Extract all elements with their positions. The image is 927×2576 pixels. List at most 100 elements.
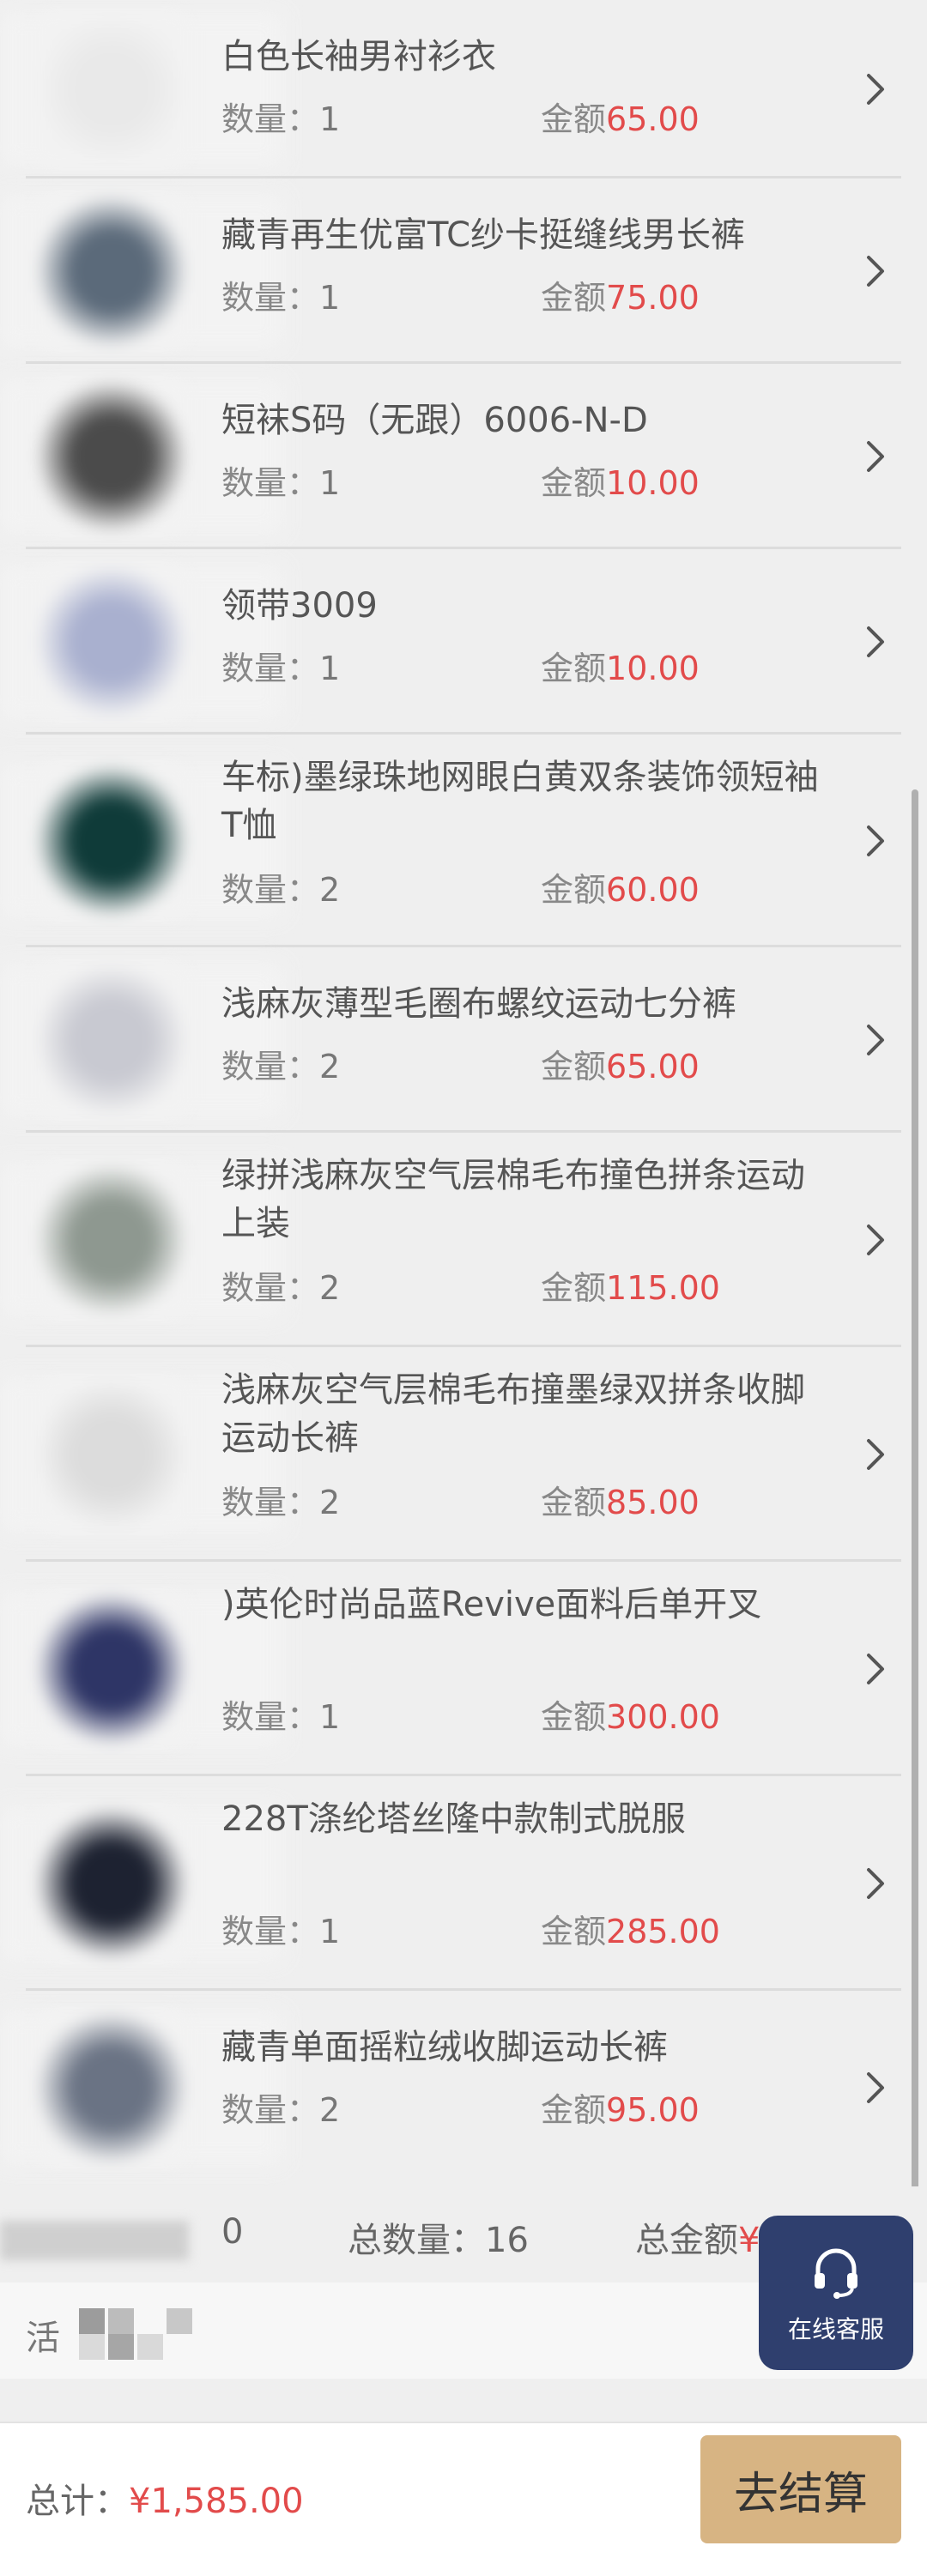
cart-item[interactable]: 绿拼浅麻灰空气层棉毛布撞色拼条运动上装 数量：2 金额115.00 [0,1133,927,1347]
product-image [34,379,189,534]
product-thumbnail[interactable] [34,1163,223,1317]
product-quantity: 数量：2 [221,1261,340,1309]
chevron-right-icon[interactable] [858,439,893,474]
summary-total-amount-value: ¥ [738,2221,760,2260]
amount-value: 95.00 [606,2091,700,2129]
product-thumbnail[interactable] [34,379,223,534]
product-quantity: 数量：1 [221,457,340,504]
amount-value: 300.00 [606,1698,720,1736]
product-thumbnail[interactable] [34,963,223,1117]
customer-service-label: 在线客服 [787,2315,884,2343]
chevron-right-icon[interactable] [858,625,893,659]
promotion-label: 活 [26,2319,60,2358]
total: 总计：¥1,585.00 [26,2473,304,2523]
quantity-value: 1 [319,1698,341,1736]
amount-label: 金额 [541,2091,607,2129]
product-amount: 金额95.00 [541,2083,700,2131]
cart-item[interactable]: 白色长袖男衬衫衣 数量：1 金额65.00 [0,0,927,178]
checkout-label: 去结算 [733,2468,868,2520]
chevron-right-icon[interactable] [858,1866,893,1901]
chevron-right-icon[interactable] [858,254,893,288]
cart-item[interactable]: 浅麻灰空气层棉毛布撞墨绿双拼条收脚运动长裤数量：2 金额85.00 [0,1347,927,1562]
quantity-value: 2 [319,2091,341,2129]
amount-value: 65.00 [606,1048,700,1085]
quantity-value: 2 [319,871,341,909]
chevron-right-icon[interactable] [858,72,893,106]
product-thumbnail[interactable] [34,565,223,719]
quantity-value: 2 [319,1048,341,1085]
product-amount: 金额75.00 [541,271,700,318]
chevron-right-icon[interactable] [858,1437,893,1472]
quantity-value: 1 [319,464,341,502]
amount-label: 金额 [541,1484,607,1521]
quantity-label: 数量： [221,1913,320,1950]
product-amount: 金额65.00 [541,1040,700,1087]
product-amount: 金额65.00 [541,93,700,140]
checkout-button[interactable]: 去结算 [700,2435,901,2543]
amount-value: 115.00 [606,1269,720,1307]
product-thumbnail[interactable] [34,764,223,918]
amount-label: 金额 [541,650,607,687]
chevron-right-icon[interactable] [858,1223,893,1257]
product-quantity: 数量：1 [221,1905,340,1952]
amount-label: 金额 [541,464,607,502]
product-thumbnail[interactable] [34,194,223,348]
quantity-label: 数量： [221,1484,320,1521]
summary-total-amount: 总金额¥ [635,2212,760,2262]
quantity-label: 数量： [221,650,320,687]
quantity-label: 数量： [221,100,320,138]
cart-item[interactable]: 领带3009 数量：1 金额10.00 [0,549,927,735]
customer-service-button[interactable]: 在线客服 [759,2216,913,2370]
product-title: 车标)墨绿珠地网眼白黄双条装饰领短袖T恤 [221,758,819,845]
quantity-label: 数量： [221,871,320,909]
product-title: 浅麻灰空气层棉毛布撞墨绿双拼条收脚运动长裤 [221,1370,805,1458]
amount-value: 75.00 [606,279,700,317]
amount-value: 10.00 [606,650,700,687]
cart-item[interactable]: )英伦时尚品蓝Revive面料后单开叉 数量：1 金额300.00 [0,1562,927,1776]
quantity-value: 2 [319,1269,341,1307]
product-image [34,1592,189,1746]
bottom-bar: 总计：¥1,585.00 去结算 [0,2422,927,2576]
quantity-label: 数量： [221,1269,320,1307]
product-amount: 金额10.00 [541,642,700,689]
total-value: ¥1,585.00 [129,2482,304,2521]
quantity-label: 数量： [221,464,320,502]
product-amount: 金额60.00 [541,863,700,910]
product-title: 白色长袖男衬衫衣 [221,37,496,76]
scrollbar[interactable] [912,789,918,2205]
product-amount: 金额10.00 [541,457,700,504]
product-image [34,1806,189,1961]
cart-item[interactable]: 藏青再生优富TC纱卡挺缝线男长裤 数量：1 金额75.00 [0,178,927,364]
product-quantity: 数量：2 [221,1476,340,1523]
product-quantity: 数量：2 [221,2083,340,2131]
cart-item[interactable]: 短袜S码（无跟）6006-N-D 数量：1 金额10.00 [0,364,927,549]
quantity-value: 1 [319,100,341,138]
product-quantity: 数量：2 [221,1040,340,1087]
blurred-summary-label [0,2221,189,2260]
product-quantity: 数量：2 [221,863,340,910]
cart-item[interactable]: 车标)墨绿珠地网眼白黄双条装饰领短袖T恤数量：2 金额60.00 [0,735,927,947]
quantity-value: 1 [319,1913,341,1950]
product-amount: 金额115.00 [541,1261,720,1309]
amount-label: 金额 [541,871,607,909]
product-thumbnail[interactable] [34,2010,223,2165]
chevron-right-icon[interactable] [858,1652,893,1686]
chevron-right-icon[interactable] [858,1023,893,1057]
quantity-label: 数量： [221,1698,320,1736]
product-thumbnail[interactable] [34,12,223,166]
amount-value: 85.00 [606,1484,700,1521]
cart-item[interactable]: 藏青单面摇粒绒收脚运动长裤 数量：2 金额95.00 [0,1991,927,2184]
chevron-right-icon[interactable] [858,824,893,858]
summary-total-qty: 总数量：16 [348,2221,529,2260]
quantity-label: 数量： [221,279,320,317]
cart-item[interactable]: 浅麻灰薄型毛圈布螺纹运动七分裤 数量：2 金额65.00 [0,947,927,1133]
product-thumbnail[interactable] [34,1806,223,1961]
product-amount: 金额85.00 [541,1476,700,1523]
product-image [34,1377,189,1532]
product-thumbnail[interactable] [34,1592,223,1746]
cart-item[interactable]: 228T涤纶塔丝隆中款制式脱服 数量：1 金额285.00 [0,1776,927,1991]
product-thumbnail[interactable] [34,1377,223,1532]
chevron-right-icon[interactable] [858,2071,893,2105]
product-title: 藏青再生优富TC纱卡挺缝线男长裤 [221,215,746,255]
promotion-mosaic [79,2308,192,2361]
